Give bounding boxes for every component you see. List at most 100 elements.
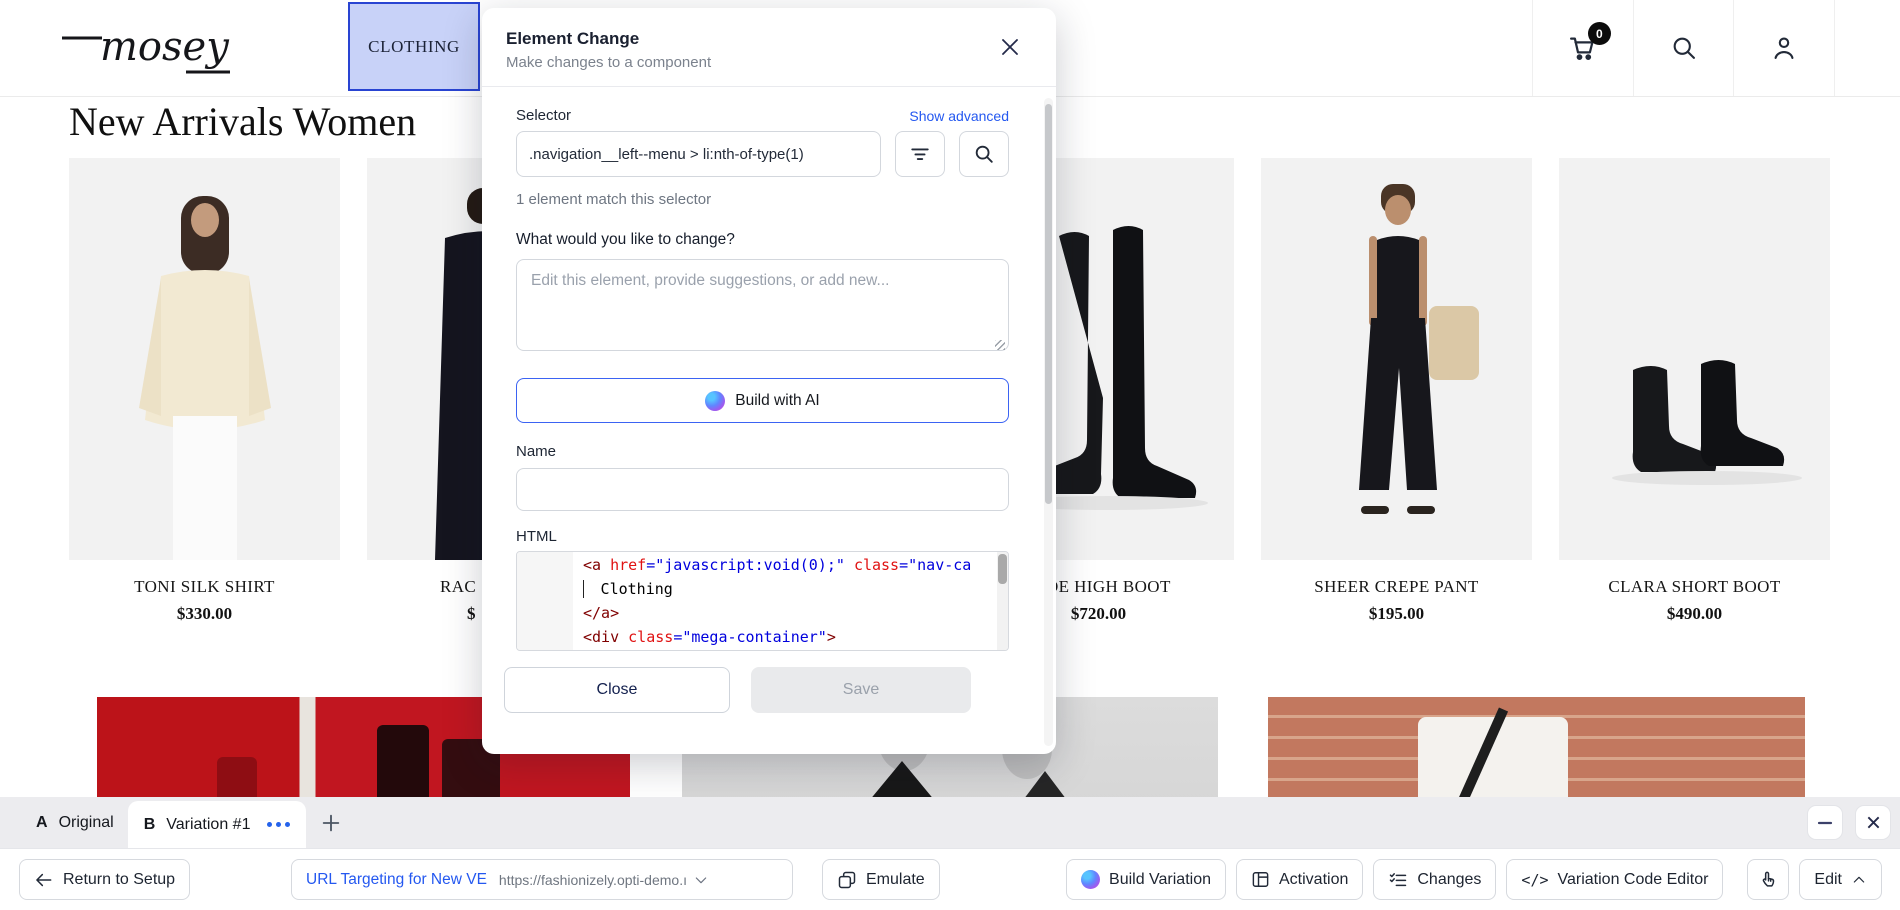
name-label: Name bbox=[516, 443, 1009, 460]
product-title: SHEER CREPE PANT bbox=[1261, 577, 1532, 597]
change-question-label: What would you like to change? bbox=[516, 231, 1009, 249]
ai-sphere-icon bbox=[705, 391, 725, 411]
nav-item-clothing-label: CLOTHING bbox=[368, 37, 460, 57]
product-card[interactable]: TONI SILK SHIRT $330.00 bbox=[69, 158, 340, 624]
return-to-setup-label: Return to Setup bbox=[63, 871, 175, 889]
filter-selector-button[interactable] bbox=[895, 131, 945, 177]
build-with-ai-label: Build with AI bbox=[735, 392, 819, 410]
edit-mode-dropdown[interactable]: Edit bbox=[1799, 859, 1882, 900]
cart-count-badge: 0 bbox=[1588, 22, 1611, 45]
search-icon bbox=[1670, 34, 1698, 62]
chevron-down-icon bbox=[693, 872, 709, 888]
html-label: HTML bbox=[516, 528, 1009, 545]
variation-code-editor-button[interactable]: </> Variation Code Editor bbox=[1506, 859, 1723, 900]
selector-match-info: 1 element match this selector bbox=[516, 191, 1009, 208]
product-title: TONI SILK SHIRT bbox=[69, 577, 340, 597]
cart-button[interactable]: 0 bbox=[1532, 0, 1633, 96]
search-selector-button[interactable] bbox=[959, 131, 1009, 177]
svg-text:mosey: mosey bbox=[100, 24, 230, 70]
url-value: https://fashionizely.opti-demo.ı bbox=[499, 872, 687, 888]
promo-image-brick[interactable] bbox=[1268, 697, 1805, 797]
save-button[interactable]: Save bbox=[751, 667, 971, 713]
resize-handle[interactable] bbox=[995, 340, 1005, 350]
emulate-button[interactable]: Emulate bbox=[822, 859, 940, 900]
variation-menu-icon[interactable] bbox=[267, 822, 290, 827]
variation-tabstrip: A Original B Variation #1 bbox=[0, 797, 1900, 848]
show-advanced-link[interactable]: Show advanced bbox=[909, 108, 1009, 124]
selector-label: Selector bbox=[516, 107, 571, 124]
product-price: $195.00 bbox=[1261, 604, 1532, 624]
plus-icon bbox=[320, 812, 342, 834]
checklist-icon bbox=[1388, 870, 1408, 890]
close-editor-button[interactable] bbox=[1855, 805, 1891, 840]
account-button[interactable] bbox=[1733, 0, 1835, 96]
add-variation-button[interactable] bbox=[320, 797, 342, 848]
dialog-footer: Close Save bbox=[482, 651, 1056, 713]
ai-sphere-icon bbox=[1081, 870, 1100, 889]
dialog-subtitle: Make changes to a component bbox=[506, 54, 1032, 71]
close-icon[interactable] bbox=[1001, 38, 1019, 56]
user-icon bbox=[1770, 34, 1798, 62]
product-price: $330.00 bbox=[69, 604, 340, 624]
search-icon bbox=[973, 143, 995, 165]
devices-icon bbox=[837, 870, 857, 890]
header-icons: 0 bbox=[1532, 0, 1835, 96]
code-editor-scrollbar[interactable] bbox=[997, 552, 1008, 650]
product-image bbox=[69, 158, 340, 560]
product-card[interactable]: SHEER CREPE PANT $195.00 bbox=[1261, 158, 1532, 624]
tab-variation-label: Variation #1 bbox=[166, 816, 250, 834]
layout-icon bbox=[1251, 870, 1270, 889]
code-gutter bbox=[517, 552, 573, 650]
dialog-header: Element Change Make changes to a compone… bbox=[482, 8, 1056, 87]
search-button[interactable] bbox=[1633, 0, 1734, 96]
changes-button[interactable]: Changes bbox=[1373, 859, 1496, 900]
selector-input[interactable] bbox=[516, 131, 881, 177]
mosey-logo[interactable]: mosey bbox=[58, 16, 238, 80]
tab-variation-badge: B bbox=[144, 816, 156, 834]
tab-variation-1[interactable]: B Variation #1 bbox=[128, 801, 307, 848]
url-targeting-label: URL Targeting for New VE bbox=[306, 871, 487, 889]
name-input[interactable] bbox=[516, 468, 1009, 511]
product-image bbox=[1559, 158, 1830, 560]
product-image bbox=[1261, 158, 1532, 560]
edit-mode-label: Edit bbox=[1814, 871, 1842, 889]
product-price: $490.00 bbox=[1559, 604, 1830, 624]
page-title: New Arrivals Women bbox=[69, 98, 416, 145]
dialog-title: Element Change bbox=[506, 29, 1032, 49]
tab-original-label: Original bbox=[59, 814, 114, 832]
dialog-scroll-thumb[interactable] bbox=[1045, 104, 1052, 504]
editor-toolbar: Return to Setup URL Targeting for New VE… bbox=[0, 848, 1900, 910]
build-variation-button[interactable]: Build Variation bbox=[1066, 859, 1226, 900]
changes-label: Changes bbox=[1417, 871, 1481, 889]
html-code-editor[interactable]: 1<a href="javascript:void(0);" class="na… bbox=[516, 551, 1009, 651]
tab-original[interactable]: A Original bbox=[36, 797, 128, 848]
product-title: CLARA SHORT BOOT bbox=[1559, 577, 1830, 597]
interact-mode-button[interactable] bbox=[1747, 859, 1789, 900]
variation-code-editor-label: Variation Code Editor bbox=[1558, 871, 1709, 889]
product-card[interactable]: CLARA SHORT BOOT $490.00 bbox=[1559, 158, 1830, 624]
code-lines: 1<a href="javascript:void(0);" class="na… bbox=[573, 552, 1008, 650]
dialog-body: Selector Show advanced 1 element match t… bbox=[482, 87, 1056, 651]
element-change-dialog: Element Change Make changes to a compone… bbox=[482, 8, 1056, 754]
url-targeting-dropdown[interactable]: URL Targeting for New VE https://fashion… bbox=[291, 859, 793, 900]
minimize-editor-button[interactable] bbox=[1807, 805, 1843, 840]
code-icon: </> bbox=[1521, 871, 1548, 889]
build-variation-label: Build Variation bbox=[1109, 871, 1211, 889]
nav-item-clothing[interactable]: CLOTHING bbox=[348, 2, 480, 91]
close-icon bbox=[1866, 815, 1881, 830]
minimize-icon bbox=[1817, 815, 1833, 831]
hand-pointer-icon bbox=[1758, 870, 1778, 890]
activation-button[interactable]: Activation bbox=[1236, 859, 1363, 900]
build-with-ai-button[interactable]: Build with AI bbox=[516, 378, 1009, 423]
arrow-left-icon bbox=[34, 870, 54, 890]
chevron-up-icon bbox=[1851, 872, 1867, 888]
activation-label: Activation bbox=[1279, 871, 1348, 889]
change-request-textarea[interactable] bbox=[516, 259, 1009, 351]
return-to-setup-button[interactable]: Return to Setup bbox=[19, 859, 190, 900]
dialog-scrollbar[interactable] bbox=[1044, 98, 1053, 746]
close-button[interactable]: Close bbox=[504, 667, 730, 713]
tab-original-badge: A bbox=[36, 814, 48, 832]
filter-icon bbox=[909, 143, 931, 165]
code-editor-scroll-thumb[interactable] bbox=[998, 554, 1007, 584]
emulate-label: Emulate bbox=[866, 871, 925, 889]
